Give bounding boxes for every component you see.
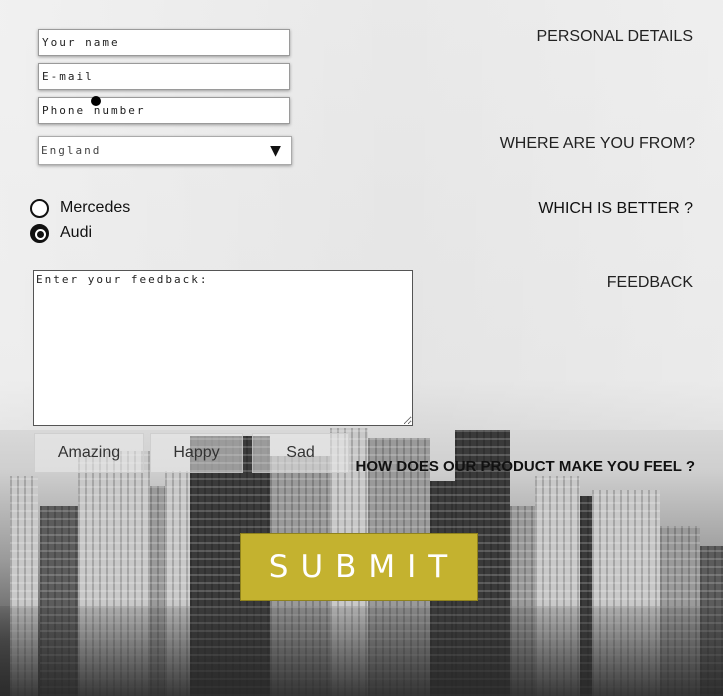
city-ground bbox=[0, 606, 723, 696]
feedback-textarea[interactable] bbox=[33, 270, 413, 426]
mood-button-sad[interactable]: Sad bbox=[252, 433, 349, 473]
radio-label: Audi bbox=[60, 224, 93, 241]
mood-button-amazing[interactable]: Amazing bbox=[34, 433, 144, 473]
radio-option-audi[interactable]: Audi bbox=[30, 221, 92, 245]
where-from-label: WHERE ARE YOU FROM? bbox=[499, 135, 695, 152]
radio-button[interactable] bbox=[30, 198, 49, 218]
radio-option-mercedes[interactable]: Mercedes bbox=[30, 196, 130, 220]
country-select[interactable]: England ▼ bbox=[38, 136, 292, 165]
radio-label: Mercedes bbox=[60, 199, 131, 216]
personal-details-label: PERSONAL DETAILS bbox=[536, 28, 694, 45]
feedback-label: FEEDBACK bbox=[606, 274, 693, 291]
radio-button-checked[interactable] bbox=[30, 223, 49, 243]
which-better-label: WHICH IS BETTER ? bbox=[538, 200, 693, 217]
cursor-dot-icon bbox=[91, 96, 101, 106]
mood-button-happy[interactable]: Happy bbox=[150, 433, 243, 473]
phone-input[interactable] bbox=[38, 97, 290, 124]
product-feel-label: HOW DOES OUR PRODUCT MAKE YOU FEEL ? bbox=[355, 458, 695, 475]
submit-button[interactable]: SUBMIT bbox=[240, 533, 478, 601]
triangle-down-icon[interactable]: ▼ bbox=[270, 137, 281, 164]
name-input[interactable] bbox=[38, 29, 290, 56]
email-input[interactable] bbox=[38, 63, 290, 90]
country-select-value: England bbox=[41, 144, 102, 157]
